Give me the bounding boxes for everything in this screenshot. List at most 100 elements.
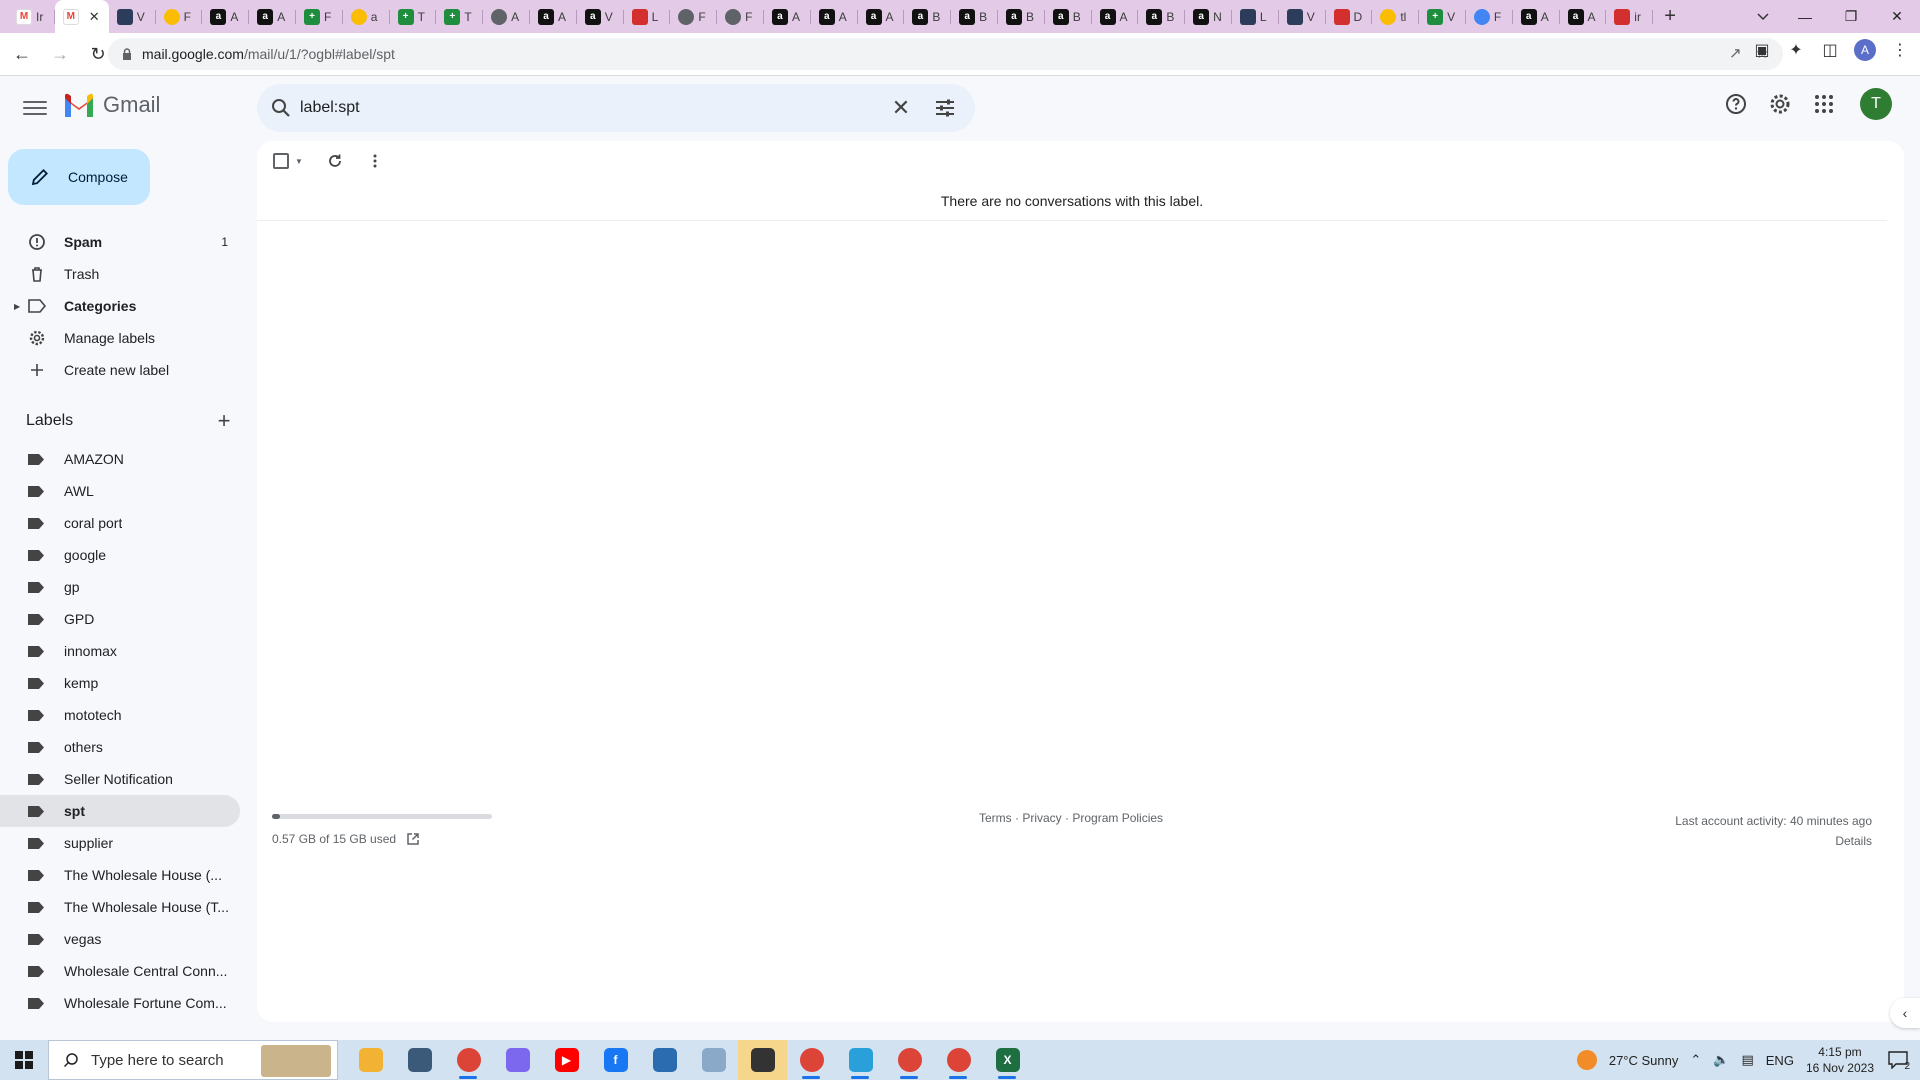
browser-tab[interactable]: aN [1185, 0, 1232, 33]
browser-tab[interactable]: ir [1606, 0, 1653, 33]
notifications-icon[interactable]: 2 [1886, 1048, 1910, 1072]
label-item[interactable]: others [0, 731, 240, 763]
browser-tab[interactable]: F [717, 0, 764, 33]
sidebar-item-create-new-label[interactable]: Create new label [0, 354, 240, 386]
search-input[interactable] [300, 96, 860, 120]
browser-tab[interactable]: V [109, 0, 156, 33]
expand-caret-icon[interactable]: ▶ [14, 302, 20, 311]
taskbar-app[interactable] [689, 1040, 738, 1080]
browser-tab[interactable]: aA [858, 0, 905, 33]
extension-off-icon[interactable]: ▣ [1752, 40, 1772, 60]
browser-tab[interactable]: F [156, 0, 203, 33]
browser-tab[interactable]: + F [296, 0, 343, 33]
refresh-icon[interactable] [327, 153, 343, 169]
share-icon[interactable]: ↗ [1729, 44, 1742, 62]
taskbar-app[interactable] [787, 1040, 836, 1080]
taskbar-app[interactable] [395, 1040, 444, 1080]
taskbar-app[interactable] [493, 1040, 542, 1080]
browser-tab[interactable]: aA [811, 0, 858, 33]
taskbar-app[interactable] [346, 1040, 395, 1080]
clear-search-icon[interactable]: ✕ [889, 95, 913, 120]
browser-tab[interactable]: D [1326, 0, 1373, 33]
browser-tab[interactable]: A [483, 0, 530, 33]
chevron-down-icon[interactable]: ▼ [295, 157, 303, 166]
details-link[interactable]: Details [1675, 831, 1872, 851]
tab-search-icon[interactable] [1746, 0, 1780, 33]
windows-start-icon[interactable] [0, 1040, 48, 1080]
sidebar-item-spam[interactable]: Spam 1 [0, 226, 240, 258]
forward-icon[interactable]: → [44, 38, 76, 70]
taskbar-app[interactable]: X [983, 1040, 1032, 1080]
browser-tab[interactable]: aV [577, 0, 624, 33]
maximize-icon[interactable]: ❐ [1828, 0, 1874, 33]
back-icon[interactable]: ← [6, 38, 38, 70]
label-item[interactable]: GPD [0, 603, 240, 635]
taskbar-search-box[interactable]: Type here to search [48, 1040, 338, 1080]
browser-tab[interactable]: V [1279, 0, 1326, 33]
browser-tab[interactable]: F [1466, 0, 1513, 33]
minimize-icon[interactable]: — [1782, 0, 1828, 33]
label-item[interactable]: google [0, 539, 240, 571]
taskbar-app[interactable] [934, 1040, 983, 1080]
open-external-icon[interactable] [406, 832, 420, 846]
browser-tab[interactable]: tl [1372, 0, 1419, 33]
settings-gear-icon[interactable] [1766, 90, 1794, 118]
sidebar-item-categories[interactable]: ▶ Categories [0, 290, 240, 322]
browser-tab[interactable]: aA [764, 0, 811, 33]
sidebar-item-trash[interactable]: Trash [0, 258, 240, 290]
browser-tab[interactable]: + T [390, 0, 437, 33]
label-item[interactable]: The Wholesale House (... [0, 859, 240, 891]
browser-tab[interactable]: + T [436, 0, 483, 33]
close-window-icon[interactable]: ✕ [1874, 0, 1920, 33]
browser-tab[interactable]: aA [530, 0, 577, 33]
gmail-logo[interactable]: Gmail [63, 92, 160, 118]
extensions-puzzle-icon[interactable]: ✦ [1786, 40, 1806, 60]
more-options-icon[interactable] [367, 153, 383, 169]
close-tab-icon[interactable]: ✕ [89, 9, 100, 25]
add-label-icon[interactable]: + [212, 408, 236, 434]
browser-menu-icon[interactable]: ⋮ [1890, 40, 1910, 60]
account-avatar[interactable]: T [1860, 88, 1892, 120]
taskbar-app[interactable]: ▶ [542, 1040, 591, 1080]
sidebar-item-manage-labels[interactable]: Manage labels [0, 322, 240, 354]
browser-tab[interactable]: F [670, 0, 717, 33]
browser-tab[interactable]: M Ir [8, 0, 55, 33]
search-options-icon[interactable] [933, 96, 957, 120]
compose-button[interactable]: Compose [8, 149, 150, 205]
speaker-icon[interactable]: 🔈 [1713, 1052, 1729, 1068]
browser-tab[interactable]: M ✕ [54, 0, 109, 33]
google-apps-icon[interactable] [1810, 90, 1838, 118]
browser-tab[interactable]: aA [1560, 0, 1607, 33]
help-icon[interactable] [1722, 90, 1750, 118]
taskbar-app[interactable] [836, 1040, 885, 1080]
taskbar-app[interactable] [738, 1040, 787, 1080]
side-panel-icon[interactable]: ◫ [1820, 40, 1840, 60]
label-item[interactable]: The Wholesale House (T... [0, 891, 240, 923]
weather-text[interactable]: 27°C Sunny [1609, 1053, 1679, 1068]
browser-tab[interactable]: aA [1513, 0, 1560, 33]
taskbar-app[interactable] [444, 1040, 493, 1080]
browser-profile-avatar[interactable]: A [1854, 39, 1876, 61]
taskbar-app[interactable] [885, 1040, 934, 1080]
privacy-link[interactable]: Privacy [1022, 811, 1061, 825]
browser-tab[interactable]: aA [249, 0, 296, 33]
browser-tab[interactable]: L [624, 0, 671, 33]
browser-tab[interactable]: aA [202, 0, 249, 33]
search-icon[interactable] [269, 96, 293, 120]
label-item[interactable]: innomax [0, 635, 240, 667]
browser-tab[interactable]: aB [904, 0, 951, 33]
label-item[interactable]: Wholesale Central Conn... [0, 955, 240, 987]
taskbar-app[interactable]: f [591, 1040, 640, 1080]
main-menu-icon[interactable] [20, 96, 50, 120]
network-icon[interactable]: ▤ [1741, 1052, 1753, 1068]
taskbar-app[interactable] [640, 1040, 689, 1080]
label-item[interactable]: vegas [0, 923, 240, 955]
tray-overflow-icon[interactable]: ⌃ [1690, 1052, 1701, 1068]
browser-tab[interactable]: L [1232, 0, 1279, 33]
select-all-checkbox[interactable]: ▼ [273, 153, 303, 169]
label-item[interactable]: mototech [0, 699, 240, 731]
new-tab-button[interactable]: + [1653, 0, 1687, 33]
address-bar[interactable]: mail.google.com/mail/u/1/?ogbl#label/spt… [108, 38, 1783, 70]
clock[interactable]: 4:15 pm 16 Nov 2023 [1806, 1044, 1874, 1076]
browser-tab[interactable]: + V [1419, 0, 1466, 33]
